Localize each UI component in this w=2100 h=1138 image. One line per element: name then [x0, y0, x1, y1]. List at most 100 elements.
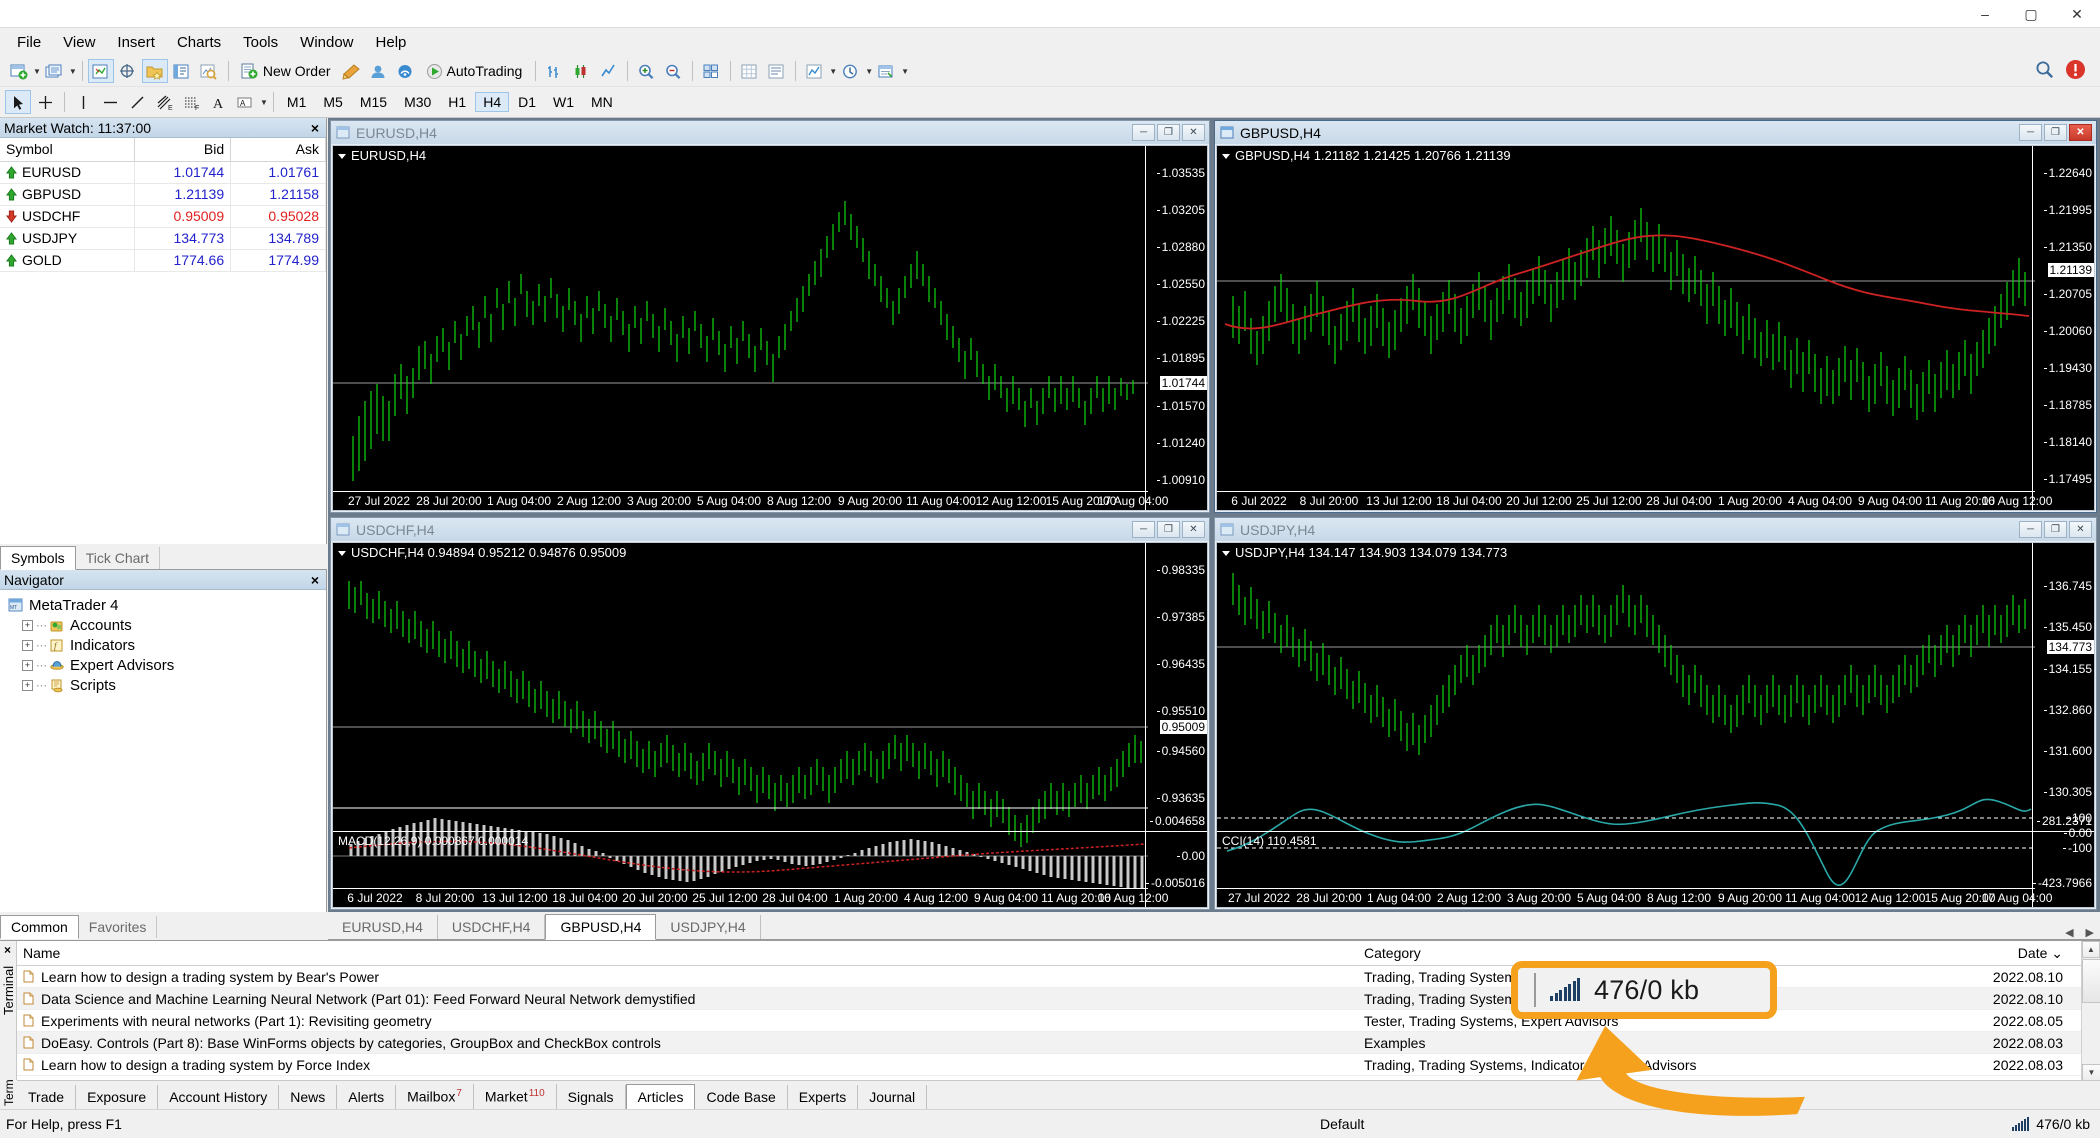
- symbol-cell[interactable]: USDJPY: [0, 227, 136, 250]
- col-name[interactable]: Name: [17, 945, 1360, 961]
- minimize-button[interactable]: –: [1962, 0, 2008, 28]
- tab-experts[interactable]: Experts: [788, 1085, 859, 1109]
- chart-maximize-button[interactable]: ❐: [2044, 521, 2067, 538]
- chart-tab-gbpusd[interactable]: GBPUSD,H4: [545, 914, 657, 940]
- chart-window-usdjpy[interactable]: USDJPY,H4 ─ ❐ ✕ USDJPY,H4 134.147 134.90…: [1214, 517, 2097, 910]
- status-connection[interactable]: 476/0 kb: [2012, 1116, 2090, 1132]
- terminal-close-icon[interactable]: ×: [4, 943, 11, 957]
- chart-dropdown-icon[interactable]: [1222, 154, 1230, 160]
- chart-title-bar-usdjpy[interactable]: USDJPY,H4 ─ ❐ ✕: [1215, 518, 2096, 541]
- nav-root-metatrader[interactable]: MT MetaTrader 4: [8, 595, 326, 615]
- tab-news[interactable]: News: [279, 1085, 338, 1109]
- symbol-cell[interactable]: EURUSD: [0, 161, 136, 184]
- chart-maximize-button[interactable]: ❐: [1157, 521, 1180, 538]
- zoom-out-icon[interactable]: [660, 59, 686, 83]
- article-name-cell[interactable]: DoEasy. Controls (Part 8): Base WinForms…: [17, 1035, 1360, 1051]
- expand-icon[interactable]: +: [22, 679, 33, 691]
- nav-item-accounts[interactable]: + ⋯ Accounts: [8, 615, 326, 635]
- chart-title-bar-eurusd[interactable]: EURUSD,H4 ─ ❐ ✕: [331, 121, 1209, 144]
- indicators-dropdown-icon[interactable]: ▼: [829, 67, 837, 76]
- new-chart-dropdown-icon[interactable]: ▼: [33, 67, 41, 76]
- vertical-line-icon[interactable]: [70, 90, 96, 114]
- article-name-cell[interactable]: Experiments with neural networks (Part 1…: [17, 1013, 1360, 1029]
- chart-minimize-button[interactable]: ─: [1132, 521, 1155, 538]
- chart-window-usdchf[interactable]: USDCHF,H4 ─ ❐ ✕ USDCHF,H4 0.94894 0.9521…: [330, 517, 1210, 910]
- tab-account-history[interactable]: Account History: [158, 1085, 280, 1109]
- menu-window[interactable]: Window: [289, 31, 364, 54]
- timeframe-w1[interactable]: W1: [545, 92, 582, 112]
- table-row[interactable]: USDCHF 0.95009 0.95028: [0, 205, 326, 228]
- expand-icon[interactable]: +: [22, 639, 33, 651]
- tab-favorites[interactable]: Favorites: [79, 916, 158, 938]
- expand-icon[interactable]: +: [22, 659, 33, 671]
- col-category[interactable]: Category: [1360, 945, 1860, 961]
- chart-close-button[interactable]: ✕: [1182, 124, 1205, 141]
- market-watch-close-icon[interactable]: ×: [311, 120, 322, 136]
- timeframe-h4[interactable]: H4: [475, 92, 510, 112]
- nav-item-indicators[interactable]: + ⋯ f Indicators: [8, 635, 326, 655]
- nav-item-scripts[interactable]: + ⋯ Scripts: [8, 675, 326, 695]
- maximize-button[interactable]: ▢: [2008, 0, 2054, 28]
- chart-tab-next-icon[interactable]: ▶: [2086, 926, 2094, 939]
- new-chart-icon[interactable]: [5, 59, 31, 83]
- chart-dropdown-icon[interactable]: [338, 154, 346, 160]
- chart-tab-usdjpy[interactable]: USDJPY,H4: [656, 915, 761, 939]
- autotrading-button[interactable]: AutoTrading: [420, 59, 529, 83]
- metaeditor-icon[interactable]: [339, 59, 365, 83]
- expand-icon[interactable]: +: [22, 619, 33, 631]
- scroll-up-icon[interactable]: ▲: [2082, 941, 2100, 958]
- chart-canvas-gbpusd[interactable]: GBPUSD,H4 1.21182 1.21425 1.20766 1.2113…: [1216, 145, 2095, 511]
- timeframe-d1[interactable]: D1: [510, 92, 544, 112]
- period-icon[interactable]: [837, 59, 863, 83]
- tab-journal[interactable]: Journal: [858, 1085, 928, 1109]
- tab-signals[interactable]: Signals: [557, 1085, 626, 1109]
- equidistant-channel-icon[interactable]: E: [151, 90, 177, 114]
- close-button[interactable]: ✕: [2054, 0, 2100, 28]
- tab-alerts[interactable]: Alerts: [337, 1085, 397, 1109]
- candlestick-chart-icon[interactable]: [568, 59, 594, 83]
- col-date[interactable]: Date ⌄: [1860, 945, 2081, 962]
- chart-maximize-button[interactable]: ❐: [2044, 124, 2067, 141]
- symbol-cell[interactable]: USDCHF: [0, 205, 136, 228]
- tab-mailbox[interactable]: Mailbox7: [396, 1084, 474, 1109]
- chart-title-bar-gbpusd[interactable]: GBPUSD,H4 ─ ❐ ✕: [1215, 121, 2096, 144]
- zoom-in-icon[interactable]: [633, 59, 659, 83]
- timeframe-m15[interactable]: M15: [352, 92, 395, 112]
- article-name-cell[interactable]: Data Science and Machine Learning Neural…: [17, 991, 1360, 1007]
- navigator-icon[interactable]: [141, 59, 168, 83]
- timeframe-h1[interactable]: H1: [440, 92, 474, 112]
- profiles-icon[interactable]: [41, 59, 67, 83]
- line-chart-icon[interactable]: [595, 59, 621, 83]
- chart-canvas-usdchf[interactable]: USDCHF,H4 0.94894 0.95212 0.94876 0.9500…: [332, 542, 1208, 908]
- table-row[interactable]: EURUSD 1.01744 1.01761: [0, 161, 326, 184]
- chart-minimize-button[interactable]: ─: [2019, 521, 2042, 538]
- tab-trade[interactable]: Trade: [17, 1085, 77, 1109]
- symbol-cell[interactable]: GOLD: [0, 249, 136, 272]
- tab-exposure[interactable]: Exposure: [76, 1085, 159, 1109]
- menu-help[interactable]: Help: [365, 31, 418, 54]
- menu-tools[interactable]: Tools: [232, 31, 289, 54]
- search-icon[interactable]: [2035, 60, 2055, 83]
- terminal-icon[interactable]: [169, 59, 195, 83]
- new-order-button[interactable]: New Order: [234, 59, 337, 83]
- tab-market[interactable]: Market110: [474, 1084, 557, 1109]
- menu-file[interactable]: File: [6, 31, 52, 54]
- symbol-cell[interactable]: GBPUSD: [0, 183, 136, 206]
- article-name-cell[interactable]: Learn how to design a trading system by …: [17, 969, 1360, 985]
- fibonacci-icon[interactable]: F: [178, 90, 204, 114]
- col-symbol[interactable]: Symbol: [0, 138, 136, 162]
- shapes-dropdown-icon[interactable]: ▼: [260, 98, 268, 107]
- article-name-cell[interactable]: Learn how to design a trading system by …: [17, 1057, 1360, 1073]
- signals-icon[interactable]: [393, 59, 419, 83]
- table-row[interactable]: GOLD 1774.66 1774.99: [0, 249, 326, 272]
- tab-code-base[interactable]: Code Base: [695, 1085, 788, 1109]
- chart-maximize-button[interactable]: ❐: [1157, 124, 1180, 141]
- chart-tab-eurusd[interactable]: EURUSD,H4: [328, 915, 438, 939]
- menu-insert[interactable]: Insert: [106, 31, 166, 54]
- ohlc-toggle-icon[interactable]: [763, 59, 789, 83]
- chart-dropdown-icon[interactable]: [1222, 551, 1230, 557]
- timeframe-m5[interactable]: M5: [315, 92, 350, 112]
- horizontal-line-icon[interactable]: [97, 90, 123, 114]
- chart-close-button[interactable]: ✕: [2069, 521, 2092, 538]
- market-watch-icon[interactable]: [87, 59, 114, 83]
